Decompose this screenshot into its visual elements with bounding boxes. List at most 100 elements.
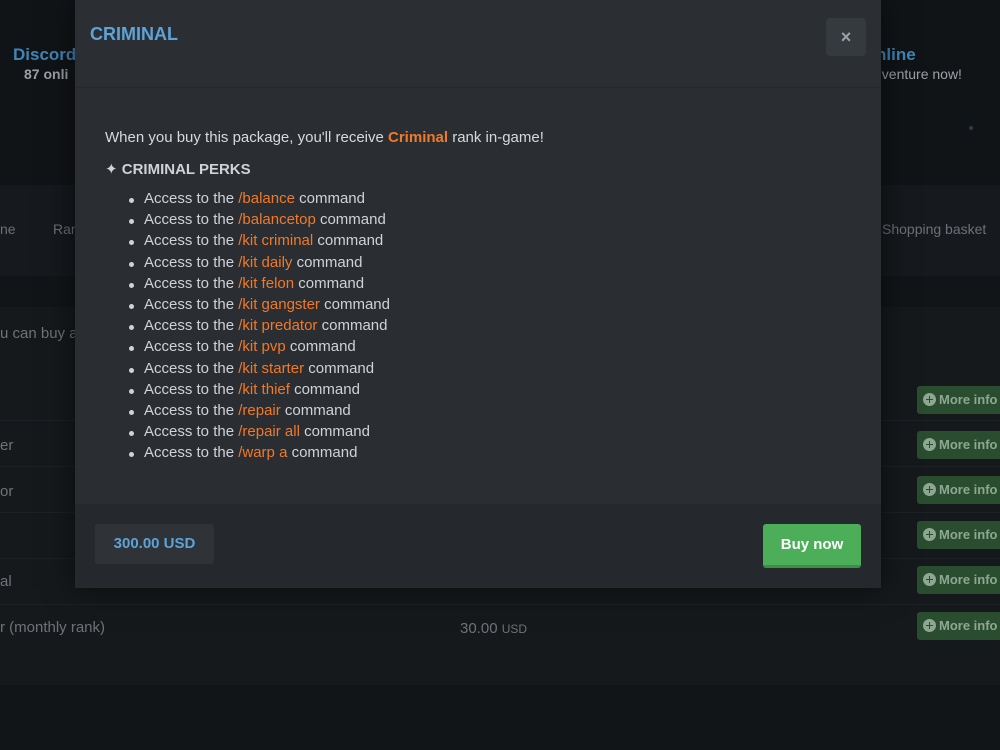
more-info-button[interactable]: More info	[917, 566, 1000, 594]
perk-prefix: Access to the	[144, 190, 239, 207]
decorative-dot	[969, 126, 973, 130]
more-info-button[interactable]: More info	[917, 521, 1000, 549]
perk-command: /kit gangster	[238, 295, 320, 313]
table-row-name: er	[0, 437, 14, 454]
perk-suffix: command	[287, 444, 358, 462]
perk-suffix: command	[315, 211, 386, 229]
perk-command: /kit predator	[238, 317, 318, 335]
perk-command: /repair all	[238, 423, 300, 441]
perk-item: Access to the /kit gangster command	[127, 296, 390, 317]
more-info-label: More info	[939, 482, 998, 497]
perk-item: Access to the /kit thief command	[127, 381, 390, 402]
modal-footer: 300.00 USD Buy now	[75, 504, 881, 588]
more-info-label: More info	[939, 527, 998, 542]
package-price: 300.00 USD	[95, 524, 214, 564]
table-row-name: r (monthly rank)	[0, 619, 106, 636]
more-info-button[interactable]: More info	[917, 476, 1000, 504]
buy-now-button[interactable]: Buy now	[763, 524, 861, 568]
discord-online-count: 87 onli	[24, 66, 69, 82]
perk-command: /kit starter	[238, 359, 305, 377]
perk-suffix: command	[285, 338, 356, 356]
perk-list: Access to the /balance command Access to …	[127, 190, 390, 465]
table-row-name: or	[0, 483, 14, 500]
plus-circle-icon	[923, 573, 936, 586]
plus-circle-icon	[923, 528, 936, 541]
perk-command: /balance	[238, 190, 295, 207]
background-footer	[0, 685, 1000, 750]
nav-item-shopping-basket[interactable]: Shopping basket	[882, 221, 986, 237]
perk-command: /kit pvp	[238, 338, 286, 356]
perk-prefix: Access to the	[144, 359, 239, 377]
server-online-subtitle: dventure now!	[874, 66, 962, 82]
plus-circle-icon	[923, 619, 936, 632]
modal-title: CRIMINAL	[90, 24, 178, 44]
modal-header: CRIMINAL ×	[75, 0, 881, 88]
more-info-button[interactable]: More info	[917, 386, 1000, 414]
perk-item: Access to the /warp a command	[127, 444, 390, 465]
table-row-name: al	[0, 573, 12, 590]
perk-prefix: Access to the	[144, 274, 239, 292]
perk-prefix: Access to the	[144, 317, 239, 335]
perk-command: /kit criminal	[238, 232, 314, 250]
server-online-title[interactable]: nline	[876, 45, 916, 65]
perk-suffix: command	[289, 380, 360, 398]
perk-command: /warp a	[238, 444, 288, 462]
perk-item: Access to the /balancetop command	[127, 211, 390, 232]
perk-item: Access to the /balance command	[127, 190, 390, 211]
perk-item: Access to the /kit daily command	[127, 254, 390, 275]
perk-suffix: command	[294, 274, 365, 292]
table-row-price: 30.00 USD	[460, 620, 527, 637]
rank-name: Criminal	[388, 129, 449, 146]
price-amount: 30.00	[460, 620, 498, 637]
perk-prefix: Access to the	[144, 380, 239, 398]
close-icon: ×	[840, 27, 852, 47]
perk-item: Access to the /kit felon command	[127, 275, 390, 296]
row-divider	[0, 604, 1000, 605]
perk-prefix: Access to the	[144, 253, 239, 271]
perk-prefix: Access to the	[144, 338, 239, 356]
perk-suffix: command	[280, 401, 351, 419]
plus-circle-icon	[923, 393, 936, 406]
perk-suffix: command	[313, 232, 384, 250]
more-info-button[interactable]: More info	[917, 431, 1000, 459]
perk-item: Access to the /repair command	[127, 402, 390, 423]
perk-suffix: command	[294, 190, 365, 207]
perk-prefix: Access to the	[144, 423, 239, 441]
more-info-label: More info	[939, 392, 998, 407]
perk-prefix: Access to the	[144, 295, 239, 313]
perk-suffix: command	[317, 317, 388, 335]
perk-suffix: command	[319, 295, 390, 313]
perk-command: /repair	[238, 401, 281, 419]
perk-command: /kit daily	[238, 253, 293, 271]
perk-suffix: command	[304, 359, 375, 377]
perk-item: Access to the /kit starter command	[127, 360, 390, 381]
perk-prefix: Access to the	[144, 232, 239, 250]
modal-body: When you buy this package, you'll receiv…	[75, 88, 881, 504]
discord-title[interactable]: Discord	[13, 45, 76, 65]
plus-circle-icon	[923, 483, 936, 496]
more-info-label: More info	[939, 572, 998, 587]
intro-text: When you buy this package, you'll receiv…	[105, 129, 389, 146]
perk-item: Access to the /repair all command	[127, 423, 390, 444]
close-button[interactable]: ×	[826, 18, 866, 56]
perk-prefix: Access to the	[144, 444, 239, 462]
perk-suffix: command	[299, 423, 370, 441]
perk-suffix: command	[292, 253, 363, 271]
perks-heading: ✦ CRIMINAL PERKS	[105, 161, 251, 178]
perk-command: /kit thief	[238, 380, 290, 398]
perk-prefix: Access to the	[144, 211, 239, 229]
more-info-label: More info	[939, 618, 998, 633]
more-info-label: More info	[939, 437, 998, 452]
perk-command: /kit felon	[238, 274, 295, 292]
perk-item: Access to the /kit criminal command	[127, 232, 390, 253]
perk-item: Access to the /kit predator command	[127, 317, 390, 338]
perk-item: Access to the /kit pvp command	[127, 338, 390, 359]
price-currency: USD	[501, 622, 528, 636]
plus-circle-icon	[923, 438, 936, 451]
intro-text-end: rank in-game!	[448, 129, 544, 146]
nav-item-home[interactable]: ne	[0, 221, 16, 237]
perk-command: /balancetop	[238, 211, 316, 229]
package-modal: CRIMINAL × When you buy this package, yo…	[75, 0, 881, 588]
more-info-button[interactable]: More info	[917, 612, 1000, 640]
perk-prefix: Access to the	[144, 401, 239, 419]
